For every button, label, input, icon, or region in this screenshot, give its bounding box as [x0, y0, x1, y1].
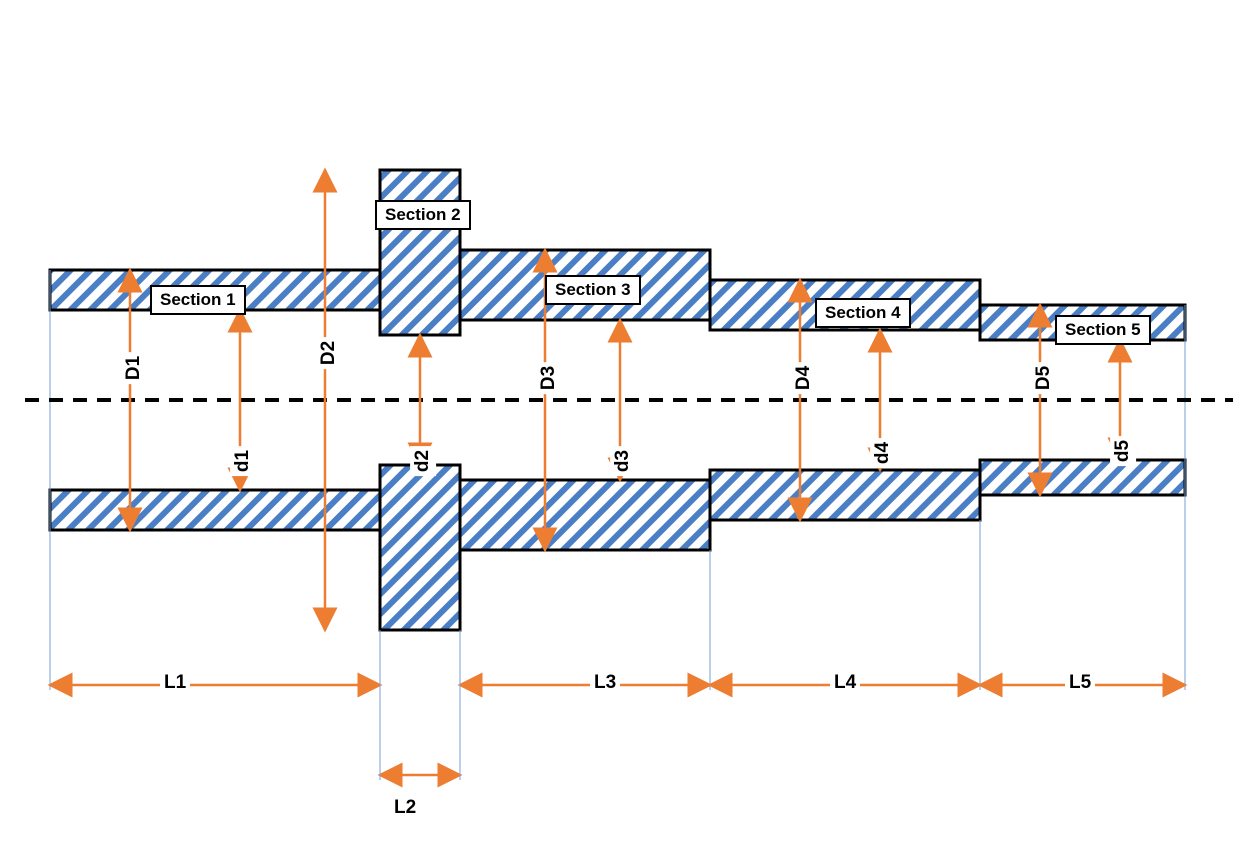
D5-label: D5: [1031, 362, 1057, 394]
D2-label: D2: [316, 337, 342, 369]
d2-label: d2: [410, 446, 436, 476]
section1-label: Section 1: [150, 285, 246, 315]
section4-bot: [710, 470, 980, 520]
section2-label: Section 2: [375, 200, 471, 230]
D1-label: D1: [121, 352, 147, 384]
L2-label: L2: [390, 795, 420, 821]
L5-label: L5: [1065, 670, 1095, 696]
D3-label: D3: [536, 362, 562, 394]
section3-bot: [460, 480, 710, 550]
section1-bot: [50, 490, 380, 530]
L3-label: L3: [590, 670, 620, 696]
section2-bot: [380, 465, 460, 630]
section3-label: Section 3: [545, 275, 641, 305]
d5-label: d5: [1110, 436, 1136, 466]
section5-bot: [980, 460, 1185, 495]
L4-label: L4: [830, 670, 860, 696]
d4-label: d4: [870, 438, 896, 468]
section5-label: Section 5: [1055, 315, 1151, 345]
section2-top: [380, 170, 460, 335]
shaft-diagram: [0, 0, 1258, 866]
L1-label: L1: [160, 670, 190, 696]
d3-label: d3: [610, 446, 636, 476]
d1-label: d1: [230, 446, 256, 476]
D4-label: D4: [791, 362, 817, 394]
section4-label: Section 4: [815, 298, 911, 328]
